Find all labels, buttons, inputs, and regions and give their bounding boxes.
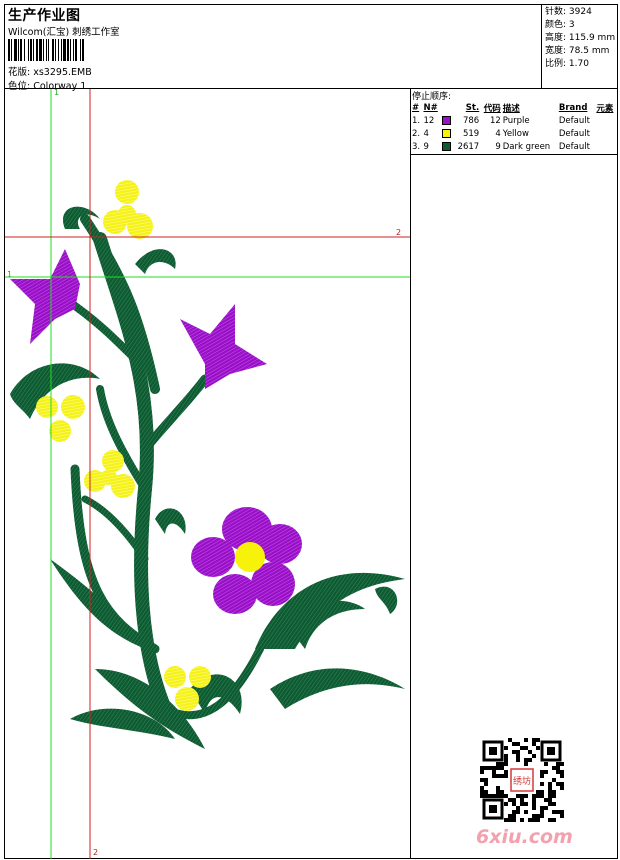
- panel-divider: [410, 88, 411, 859]
- design-value: xs3295.EMB: [33, 67, 92, 78]
- table-row: 1. 12 786 12 Purple Default: [412, 115, 590, 126]
- col-desc: 描述: [502, 103, 520, 114]
- color-swatch: [441, 141, 451, 151]
- embroidery-design: [5, 89, 410, 859]
- guide-label-red-right: 2: [396, 228, 402, 237]
- col-element: 元素: [596, 103, 614, 114]
- table-header-row: # N# St. 代码 描述 Brand 元素: [411, 101, 617, 114]
- guide-label-green-top: 1: [54, 88, 60, 97]
- header-info: 生产作业图 Wilcom(汇宝) 刺绣工作室 花版: xs3295.EMB 色位…: [5, 5, 541, 92]
- stats-panel: 针数: 3924 颜色: 3 高度: 115.9 mm 宽度: 78.5 mm …: [541, 4, 618, 88]
- stems: [61, 214, 264, 720]
- qr-code: 绣坊: [480, 738, 564, 822]
- col-brand: Brand: [558, 102, 588, 113]
- guide-label-green-left: 1: [7, 270, 13, 279]
- design-label: 花版:: [8, 67, 31, 78]
- qr-seal-text: 绣坊: [513, 775, 531, 787]
- guide-label-red-bottom: 2: [93, 848, 99, 857]
- stat-stitches: 针数: 3924: [545, 7, 592, 17]
- color-swatch: [441, 128, 451, 138]
- table-row: 3. 9 2617 9 Dark green Default: [412, 141, 590, 152]
- stat-height: 高度: 115.9 mm: [545, 33, 616, 43]
- col-stitches: St.: [465, 102, 480, 113]
- table-row: 2. 4 519 4 Yellow Default: [412, 128, 590, 139]
- sheet-title: 生产作业图: [8, 8, 81, 24]
- company-name: Wilcom(汇宝) 刺绣工作室: [8, 27, 120, 38]
- col-index: #: [412, 102, 420, 113]
- alignment-guides: [5, 89, 410, 859]
- col-n: N#: [423, 102, 438, 113]
- stat-width: 宽度: 78.5 mm: [545, 46, 610, 56]
- col-code: 代码: [483, 103, 501, 114]
- watermark-brand: 6xiu.com: [476, 826, 573, 848]
- design-file: 花版: xs3295.EMB: [8, 64, 92, 78]
- color-swatch: [441, 115, 451, 125]
- barcode: [8, 39, 84, 61]
- stop-sequence-table: # N# St. 代码 描述 Brand 元素 1. 12 786 12 Pur…: [411, 101, 617, 153]
- stat-colors: 颜色: 3: [545, 20, 575, 30]
- stat-scale: 比例: 1.70: [545, 59, 589, 69]
- table-divider: [410, 154, 618, 155]
